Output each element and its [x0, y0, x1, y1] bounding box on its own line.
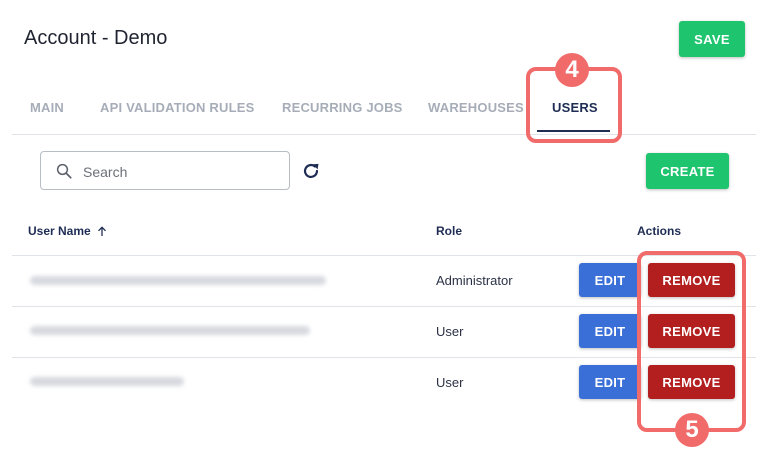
- user-name-blurred: [30, 377, 184, 386]
- tab-api-validation-rules[interactable]: API VALIDATION RULES: [100, 100, 254, 115]
- edit-button[interactable]: EDIT: [579, 314, 641, 348]
- page-title: Account - Demo: [24, 27, 168, 49]
- tab-recurring-jobs[interactable]: RECURRING JOBS: [282, 100, 403, 115]
- save-button[interactable]: SAVE: [679, 21, 745, 57]
- arrow-up-icon: [97, 225, 106, 236]
- user-name-blurred: [30, 276, 326, 285]
- column-header-actions: Actions: [637, 224, 682, 238]
- edit-button[interactable]: EDIT: [579, 365, 641, 399]
- column-header-role: Role: [436, 224, 463, 238]
- column-header-user-name[interactable]: User Name: [28, 224, 107, 238]
- edit-button[interactable]: EDIT: [579, 263, 641, 297]
- column-header-user-name-label: User Name: [28, 224, 91, 238]
- remove-buttons-highlight: [637, 251, 746, 432]
- user-role: User: [436, 324, 464, 339]
- step-4-badge: 4: [555, 53, 589, 87]
- refresh-icon[interactable]: [300, 160, 322, 182]
- user-role: User: [436, 375, 464, 390]
- search-icon: [56, 163, 72, 179]
- tab-main[interactable]: MAIN: [30, 100, 64, 115]
- tab-bar: MAIN API VALIDATION RULES RECURRING JOBS…: [12, 90, 756, 135]
- user-role: Administrator: [436, 273, 513, 288]
- tab-warehouses[interactable]: WAREHOUSES: [428, 100, 524, 115]
- search-field[interactable]: [40, 151, 290, 190]
- user-name-blurred: [30, 326, 310, 335]
- create-button[interactable]: CREATE: [646, 153, 729, 189]
- step-5-badge: 5: [675, 413, 709, 447]
- search-input[interactable]: [81, 160, 285, 184]
